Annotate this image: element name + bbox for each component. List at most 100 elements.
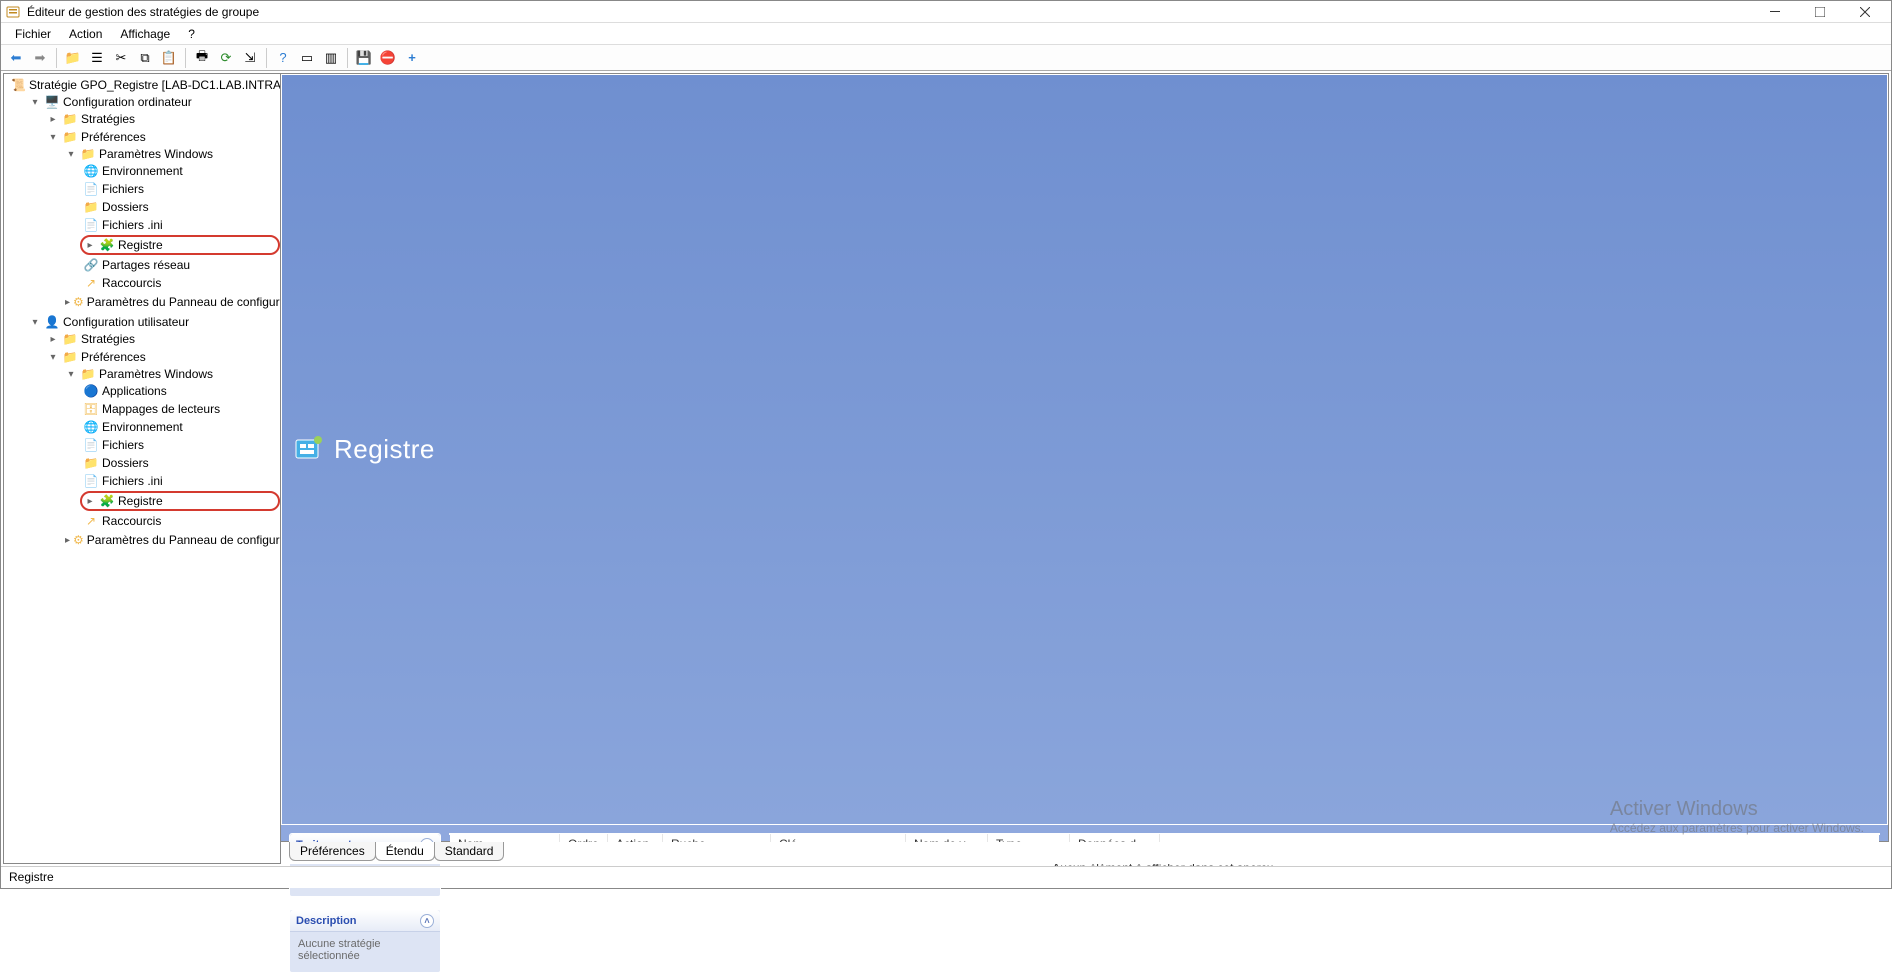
tree-windows-params-user[interactable]: ▾ 📁 Paramètres Windows <box>62 366 280 382</box>
expand-icon[interactable]: ▸ <box>47 334 59 345</box>
tree-registry-user-highlighted[interactable]: ▸ 🧩 Registre <box>80 491 280 511</box>
folder-icon: 📁 <box>80 366 96 382</box>
tree-root[interactable]: 📜 Stratégie GPO_Registre [LAB-DC1.LAB.IN… <box>8 77 280 93</box>
view-button[interactable]: ▥ <box>320 47 342 69</box>
tree-files[interactable]: 📄Fichiers <box>80 181 280 197</box>
refresh-button[interactable]: ⟳ <box>215 47 237 69</box>
collapse-icon[interactable]: ▾ <box>47 352 59 363</box>
controlpanel-icon: ⚙ <box>73 532 84 548</box>
tree-environment[interactable]: 🌐Environnement <box>80 163 280 179</box>
menu-action[interactable]: Action <box>61 25 110 43</box>
tree-strategies[interactable]: ▸ 📁 Stratégies <box>44 111 280 127</box>
paste-button[interactable]: 📋 <box>158 47 180 69</box>
tree-user-config[interactable]: ▾ 👤 Configuration utilisateur <box>26 314 280 330</box>
menu-help[interactable]: ? <box>180 25 203 43</box>
collapse-icon[interactable]: ▾ <box>29 97 41 108</box>
tree-strategies-user[interactable]: ▸ 📁 Stratégies <box>44 331 280 347</box>
tree-label: Paramètres du Panneau de configuration <box>87 533 281 547</box>
separator <box>56 48 57 68</box>
menu-view[interactable]: Affichage <box>112 25 178 43</box>
up-button[interactable]: 📁 <box>62 47 84 69</box>
layout-icon: ▥ <box>325 50 337 66</box>
print-icon: 🖶 <box>196 47 208 69</box>
expand-icon[interactable]: ▸ <box>84 496 96 507</box>
tree-computer-config[interactable]: ▾ 🖥️ Configuration ordinateur <box>26 94 280 110</box>
shortcut-icon: ↗ <box>83 275 99 291</box>
tree-netshares[interactable]: 🔗Partages réseau <box>80 257 280 273</box>
tab-standard[interactable]: Standard <box>434 842 505 861</box>
tree-preferences[interactable]: ▾ 📁 Préférences <box>44 129 280 145</box>
maximize-button[interactable] <box>1797 1 1842 23</box>
tree-preferences-user[interactable]: ▾ 📁 Préférences <box>44 349 280 365</box>
tree-label: Partages réseau <box>102 258 190 272</box>
tree-files-user[interactable]: 📄Fichiers <box>80 437 280 453</box>
tree-label: Configuration utilisateur <box>63 315 189 329</box>
details-listview[interactable]: Nom Ordre Action Ruche Clé Nom de valeur… <box>449 833 1880 835</box>
copy-button[interactable]: ⧉ <box>134 47 156 69</box>
tree-registry-highlighted[interactable]: ▸ 🧩 Registre <box>80 235 280 255</box>
options-button[interactable]: ▭ <box>296 47 318 69</box>
minimize-button[interactable] <box>1752 1 1797 23</box>
tab-extended[interactable]: Étendu <box>375 842 435 861</box>
stop-icon: ⛔ <box>380 50 396 66</box>
collapse-icon[interactable]: ▾ <box>29 317 41 328</box>
tree-folders-user[interactable]: 📁Dossiers <box>80 455 280 471</box>
tree-drivemaps[interactable]: 🗄Mappages de lecteurs <box>80 401 280 417</box>
expand-icon[interactable]: ▸ <box>84 240 96 251</box>
back-button[interactable]: ⬅ <box>5 47 27 69</box>
shortcut-icon: ↗ <box>83 513 99 529</box>
tree-label: Dossiers <box>102 456 149 470</box>
help-button[interactable]: ? <box>272 47 294 69</box>
tree-inifiles-user[interactable]: 📄Fichiers .ini <box>80 473 280 489</box>
export-icon: ⇲ <box>245 50 256 66</box>
expand-icon[interactable]: ▸ <box>65 535 70 546</box>
apps-icon: 🔵 <box>83 383 99 399</box>
folder-icon: 📁 <box>83 199 99 215</box>
tree-windows-params[interactable]: ▾ 📁 Paramètres Windows <box>62 146 280 162</box>
add-button[interactable]: + <box>401 47 423 69</box>
folder-icon: 📁 <box>62 349 78 365</box>
separator <box>347 48 348 68</box>
expand-icon[interactable]: ▸ <box>65 297 70 308</box>
tree-apps[interactable]: 🔵Applications <box>80 383 280 399</box>
description-title: Description <box>296 915 357 927</box>
tree-shortcuts[interactable]: ↗Raccourcis <box>80 275 280 291</box>
file-icon: 📄 <box>83 181 99 197</box>
expand-icon[interactable]: ▸ <box>47 114 59 125</box>
tree-cp-params-user[interactable]: ▸ ⚙ Paramètres du Panneau de configurati… <box>62 532 280 548</box>
close-button[interactable] <box>1842 1 1887 23</box>
tree-folders[interactable]: 📁Dossiers <box>80 199 280 215</box>
tree-label: Raccourcis <box>102 514 161 528</box>
tab-preferences[interactable]: Préférences <box>289 842 376 861</box>
tree-label: Paramètres Windows <box>99 367 213 381</box>
folder-icon: 📁 <box>62 331 78 347</box>
menu-file[interactable]: Fichier <box>7 25 59 43</box>
print-button[interactable]: 🖶 <box>191 47 213 69</box>
tree-inifiles[interactable]: 📄Fichiers .ini <box>80 217 280 233</box>
tree-shortcuts-user[interactable]: ↗Raccourcis <box>80 513 280 529</box>
tree-environment-user[interactable]: 🌐Environnement <box>80 419 280 435</box>
folder-icon: 📁 <box>83 455 99 471</box>
controlpanel-icon: ⚙ <box>73 294 84 310</box>
tree-label: Stratégies <box>81 112 135 126</box>
forward-button[interactable]: ➡ <box>29 47 51 69</box>
collapse-icon[interactable]: ▾ <box>65 149 77 160</box>
cut-icon: ✂ <box>116 50 127 66</box>
show-hide-button[interactable]: ☰ <box>86 47 108 69</box>
collapse-icon[interactable]: ▾ <box>65 369 77 380</box>
cut-button[interactable]: ✂ <box>110 47 132 69</box>
console-tree[interactable]: 📜 Stratégie GPO_Registre [LAB-DC1.LAB.IN… <box>3 73 281 864</box>
folder-icon: 📁 <box>62 129 78 145</box>
tree-cp-params[interactable]: ▸ ⚙ Paramètres du Panneau de configurati… <box>62 294 280 310</box>
paste-icon: 📋 <box>161 50 177 66</box>
collapse-icon[interactable]: ▾ <box>47 132 59 143</box>
export-button[interactable]: ⇲ <box>239 47 261 69</box>
status-text: Registre <box>9 870 54 884</box>
save-button[interactable]: 💾 <box>353 47 375 69</box>
policy-icon: 📜 <box>11 77 26 93</box>
save-icon: 💾 <box>356 50 372 66</box>
stop-button[interactable]: ⛔ <box>377 47 399 69</box>
folder-icon: 📁 <box>80 146 96 162</box>
drive-icon: 🗄 <box>83 401 99 417</box>
collapse-card-button[interactable]: ˄ <box>420 914 434 928</box>
